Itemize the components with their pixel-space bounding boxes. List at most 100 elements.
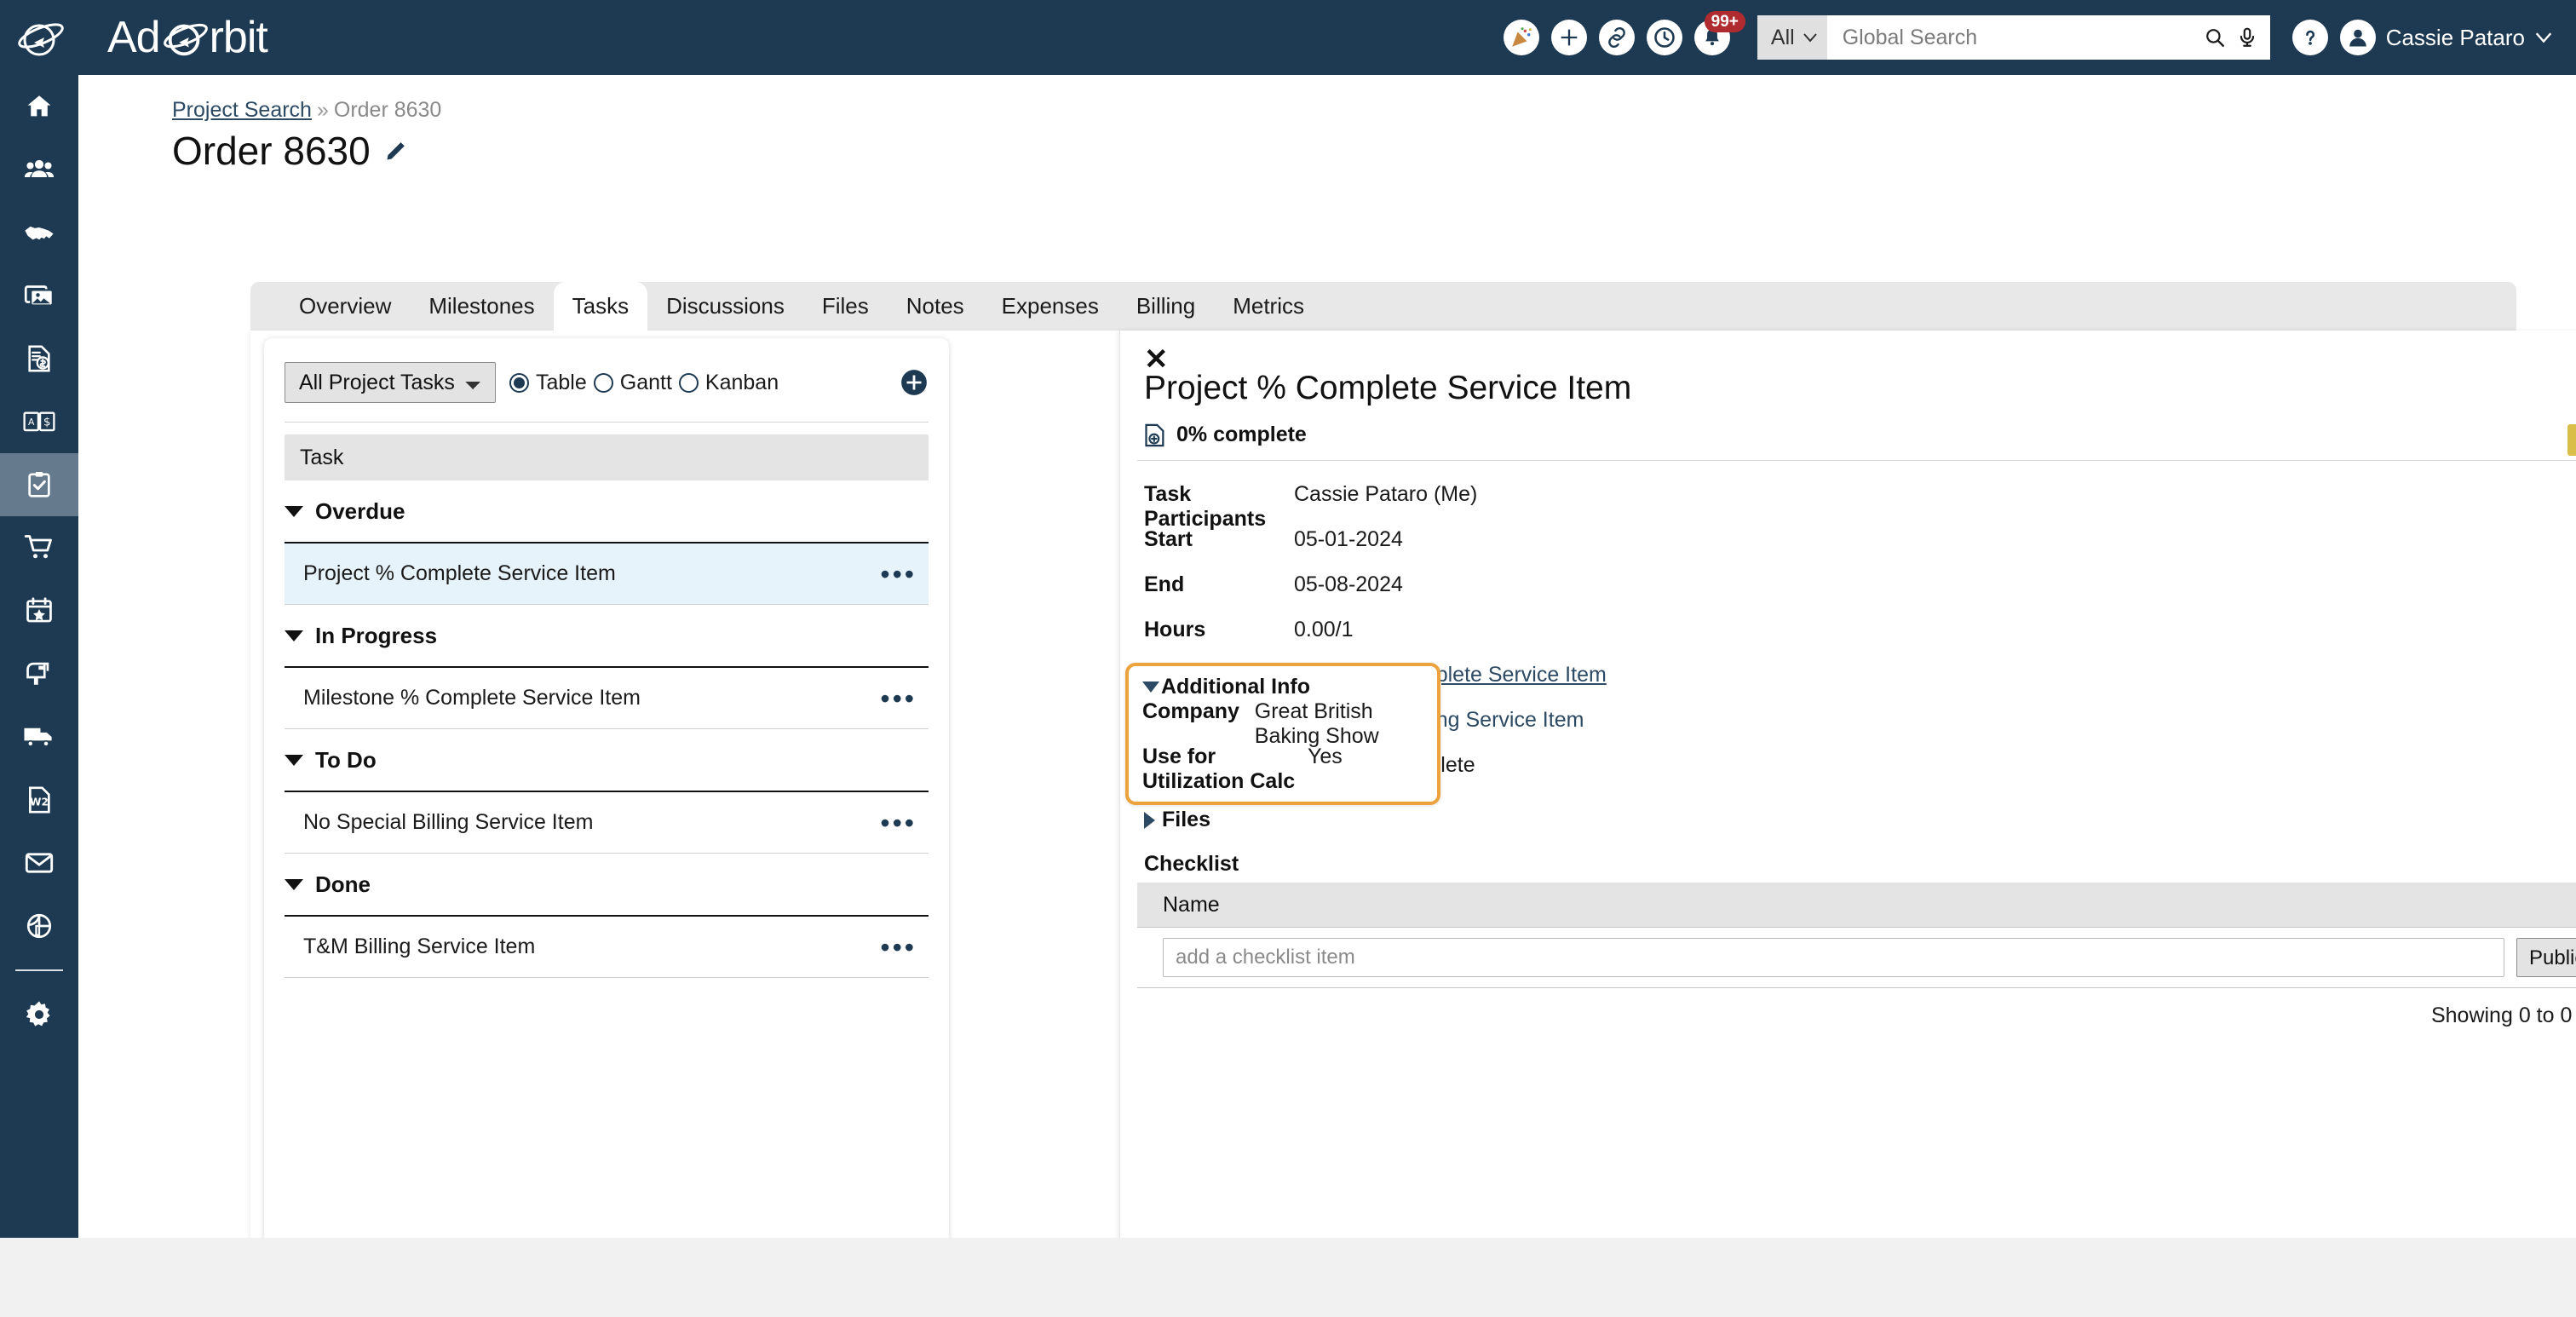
- tab-discussions[interactable]: Discussions: [647, 282, 803, 331]
- tab-tasks[interactable]: Tasks: [553, 282, 648, 331]
- checklist-visibility-select[interactable]: Public: [2516, 938, 2576, 977]
- radio-dot-gantt-icon[interactable]: [593, 372, 613, 393]
- tab-metrics[interactable]: Metrics: [1214, 282, 1323, 331]
- field-label: Hours: [1144, 618, 1206, 641]
- field-value: Great British Baking Show: [1254, 699, 1379, 748]
- task-row[interactable]: No Special Billing Service Item •••: [285, 792, 929, 854]
- sidebar-item-truck[interactable]: [0, 705, 78, 768]
- tab-notes[interactable]: Notes: [888, 282, 983, 331]
- field-label: Task Participants: [1144, 482, 1267, 531]
- task-group-header[interactable]: Done: [285, 854, 929, 917]
- files-section-header[interactable]: Files: [1144, 808, 1210, 832]
- caret-down-icon: [285, 878, 303, 890]
- search-input[interactable]: Global Search: [1843, 26, 2204, 50]
- task-group-header[interactable]: Overdue: [285, 480, 929, 543]
- chevron-down-icon[interactable]: [2535, 32, 2552, 43]
- sidebar-divider: [15, 969, 63, 971]
- sidebar-item-home[interactable]: [0, 75, 78, 138]
- percent-complete-doc-icon: [1145, 423, 1164, 446]
- sidebar-item-calendar[interactable]: [0, 579, 78, 642]
- task-filter-select[interactable]: All Project Tasks: [285, 362, 496, 403]
- home-icon: [27, 95, 51, 117]
- tab-overview[interactable]: Overview: [280, 282, 410, 331]
- view-mode-gantt[interactable]: Gantt: [593, 370, 672, 395]
- avatar[interactable]: [2339, 20, 2376, 55]
- sidebar-item-w2[interactable]: W2: [0, 768, 78, 831]
- view-mode-gantt-label: Gantt: [619, 370, 672, 394]
- envelope-icon: [25, 853, 54, 873]
- task-column-header: Task: [285, 434, 929, 480]
- breadcrumb-current: Order 8630: [333, 98, 442, 122]
- checklist-pagination: Showing 0 to 0 of 0 entries: [2431, 1004, 2576, 1028]
- edit-pencil-icon[interactable]: [384, 138, 410, 164]
- task-detail-panel: ✕ ••• Project % Complete Service Item 0%…: [1119, 331, 2576, 1313]
- calendar-star-icon: [26, 597, 52, 623]
- tab-milestones[interactable]: Milestones: [410, 282, 553, 331]
- task-group-header[interactable]: To Do: [285, 729, 929, 792]
- task-group-title: In Progress: [315, 622, 438, 648]
- task-row[interactable]: Milestone % Complete Service Item •••: [285, 668, 929, 729]
- field-value: 05-01-2024: [1294, 527, 1403, 551]
- truck-icon: [24, 728, 52, 747]
- sidebar-item-cart[interactable]: [0, 516, 78, 579]
- tab-files[interactable]: Files: [803, 282, 888, 331]
- additional-info-header[interactable]: Additional Info: [1142, 675, 1423, 699]
- w2-doc-icon: W2: [29, 786, 50, 814]
- search-input-wrapper[interactable]: Global Search: [1826, 15, 2270, 60]
- sidebar-item-settings[interactable]: [0, 983, 78, 1046]
- field-label: Use for Utilization Calc: [1142, 745, 1296, 793]
- notification-count-badge: 99+: [1704, 11, 1745, 32]
- breadcrumb-root-link[interactable]: Project Search: [172, 98, 312, 122]
- checklist-item-input[interactable]: [1163, 938, 2504, 977]
- add-task-button[interactable]: [900, 368, 929, 397]
- page-content: Project Search» Order 8630 Order 8630 Ove…: [78, 75, 2576, 1316]
- caret-down-icon: [285, 754, 303, 766]
- checklist-title: Checklist: [1144, 852, 1239, 876]
- tab-billing[interactable]: Billing: [1118, 282, 1214, 331]
- additional-info-section: Additional Info Company Great British Ba…: [1125, 663, 1440, 805]
- sidebar-item-mailbox[interactable]: [0, 642, 78, 705]
- task-row[interactable]: T&M Billing Service Item •••: [285, 917, 929, 978]
- task-group-done: Done T&M Billing Service Item •••: [264, 854, 949, 978]
- sidebar-item-people[interactable]: [0, 138, 78, 201]
- help-icon[interactable]: [2291, 20, 2328, 55]
- checklist-column-header: Name: [1137, 883, 2576, 928]
- task-row[interactable]: Project % Complete Service Item •••: [285, 543, 929, 605]
- pie-chart-icon: [26, 913, 52, 939]
- radio-dot-kanban-icon[interactable]: [678, 372, 699, 393]
- view-mode-kanban-label: Kanban: [704, 370, 779, 394]
- celebration-icon[interactable]: [1503, 20, 1539, 55]
- sidebar-item-handshake[interactable]: [0, 201, 78, 264]
- search-scope-label: All: [1770, 25, 1795, 49]
- tab-expenses[interactable]: Expenses: [983, 282, 1118, 331]
- view-mode-kanban[interactable]: Kanban: [678, 370, 779, 395]
- sidebar-item-reports[interactable]: [0, 894, 78, 958]
- sidebar-item-ap-book[interactable]: A $: [0, 390, 78, 453]
- search-scope-dropdown[interactable]: All: [1757, 15, 1827, 60]
- sidebar-item-invoice[interactable]: [0, 327, 78, 390]
- mailbox-icon: [26, 662, 49, 685]
- microphone-icon[interactable]: [2236, 26, 2258, 49]
- link-icon[interactable]: [1598, 20, 1635, 55]
- task-group-header[interactable]: In Progress: [285, 605, 929, 668]
- app-logo[interactable]: [0, 0, 82, 75]
- gear-icon: [26, 1001, 50, 1027]
- sidebar-item-projects[interactable]: [0, 453, 78, 516]
- user-menu[interactable]: Cassie Pataro: [2339, 20, 2552, 55]
- view-mode-table-label: Table: [536, 370, 587, 394]
- task-group-to-do: To Do No Special Billing Service Item ••…: [264, 729, 949, 854]
- view-mode-table[interactable]: Table: [509, 371, 587, 395]
- tab-list: Overview Milestones Tasks Discussions Fi…: [250, 282, 2516, 331]
- global-search: All Global Search: [1757, 15, 2270, 60]
- sidebar-item-email[interactable]: [0, 831, 78, 894]
- page-bottom-strip: [0, 1238, 2576, 1317]
- plus-circle-icon[interactable]: [1550, 20, 1587, 55]
- svg-text:W2: W2: [30, 796, 49, 808]
- chevron-down-icon: [1803, 32, 1817, 43]
- caret-down-icon: [1142, 682, 1159, 693]
- history-clock-icon[interactable]: [1646, 20, 1682, 55]
- radio-dot-table-icon[interactable]: [509, 372, 529, 393]
- bell-icon[interactable]: 99+: [1693, 11, 1745, 55]
- search-icon[interactable]: [2204, 26, 2226, 49]
- sidebar-item-images[interactable]: [0, 264, 78, 327]
